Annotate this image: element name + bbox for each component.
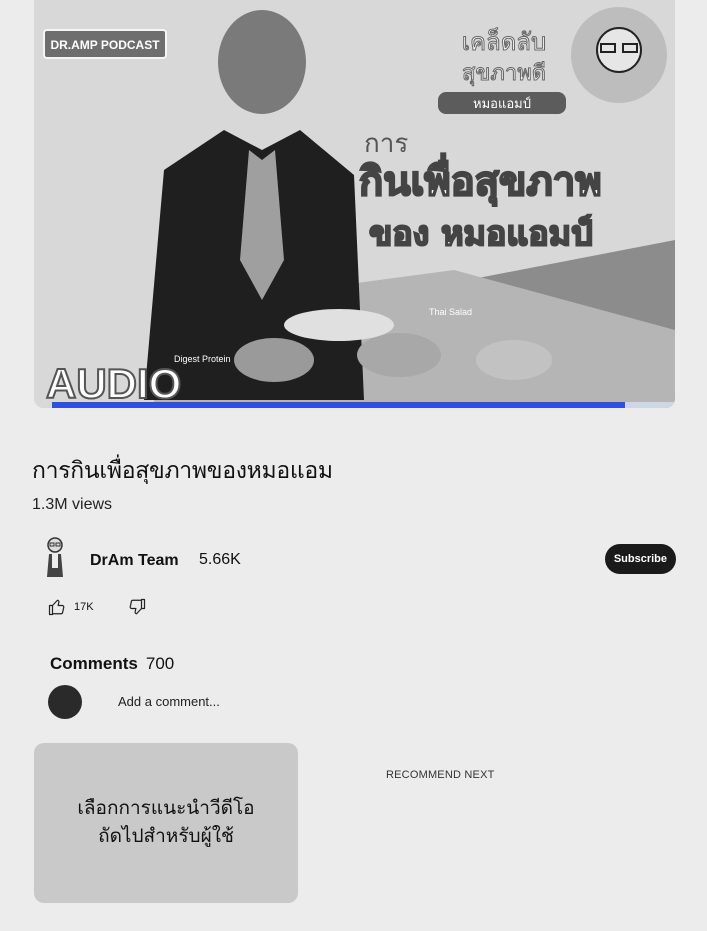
svg-text:Thai Salad: Thai Salad: [429, 307, 472, 317]
svg-text:การ: การ: [364, 129, 408, 159]
thumbs-down-icon: [129, 598, 146, 615]
view-count: 1.3M views: [32, 496, 113, 513]
svg-text:เคล็ดลับ: เคล็ดลับ: [462, 27, 547, 56]
podcast-logo: DR.AMP PODCAST: [43, 29, 167, 59]
channel-avatar[interactable]: [40, 537, 70, 577]
svg-text:หมอแอมป์: หมอแอมป์: [473, 96, 531, 112]
dislike-button[interactable]: [128, 598, 146, 616]
thumbs-up-icon: [48, 599, 65, 616]
svg-text:DR.AMP PODCAST: DR.AMP PODCAST: [50, 38, 160, 52]
svg-text:สุขภาพดี: สุขภาพดี: [462, 61, 546, 86]
recommend-card[interactable]: เลือกการแนะนำวีดีโอ ถัดไปสำหรับผู้ใช้: [34, 743, 298, 903]
video-title: การกินเพื่อสุขภาพของหมอแอม: [32, 457, 333, 483]
subscribe-button[interactable]: Subscribe: [604, 544, 676, 574]
like-count: 17K: [74, 601, 94, 613]
doctor-cartoon-icon: [571, 7, 667, 103]
progress-fill: [52, 402, 626, 408]
comments-header[interactable]: Comments 700: [50, 654, 174, 674]
recommend-next-label: RECOMMEND NEXT: [386, 769, 495, 781]
comments-count: 700: [145, 654, 175, 673]
video-thumbnail: DR.AMP PODCAST เคล็ดลับ สุขภาพดี หมอแอมป…: [34, 0, 675, 408]
like-button[interactable]: 17K: [48, 598, 94, 616]
svg-text:ของ หมอแอมป์: ของ หมอแอมป์: [369, 214, 593, 254]
subscriber-count: 5.66K: [199, 551, 241, 568]
video-player[interactable]: DR.AMP PODCAST เคล็ดลับ สุขภาพดี หมอแอมป…: [34, 0, 675, 408]
svg-text:AUDIO: AUDIO: [46, 360, 181, 407]
channel-row: DrAm Team 5.66K Subscribe: [36, 535, 676, 585]
comments-label: Comments: [50, 654, 138, 673]
recommend-card-text-line1: เลือกการแนะนำวีดีโอ: [77, 798, 255, 819]
user-avatar: [48, 685, 82, 719]
svg-text:กินเพื่อสุขภาพ: กินเพื่อสุขภาพ: [359, 153, 602, 207]
svg-text:Digest Protein: Digest Protein: [174, 354, 231, 364]
progress-bar[interactable]: [52, 402, 675, 408]
add-comment-input[interactable]: Add a comment...: [118, 694, 220, 709]
channel-name[interactable]: DrAm Team: [90, 552, 179, 570]
recommend-card-text-line2: ถัดไปสำหรับผู้ใช้: [98, 826, 234, 847]
